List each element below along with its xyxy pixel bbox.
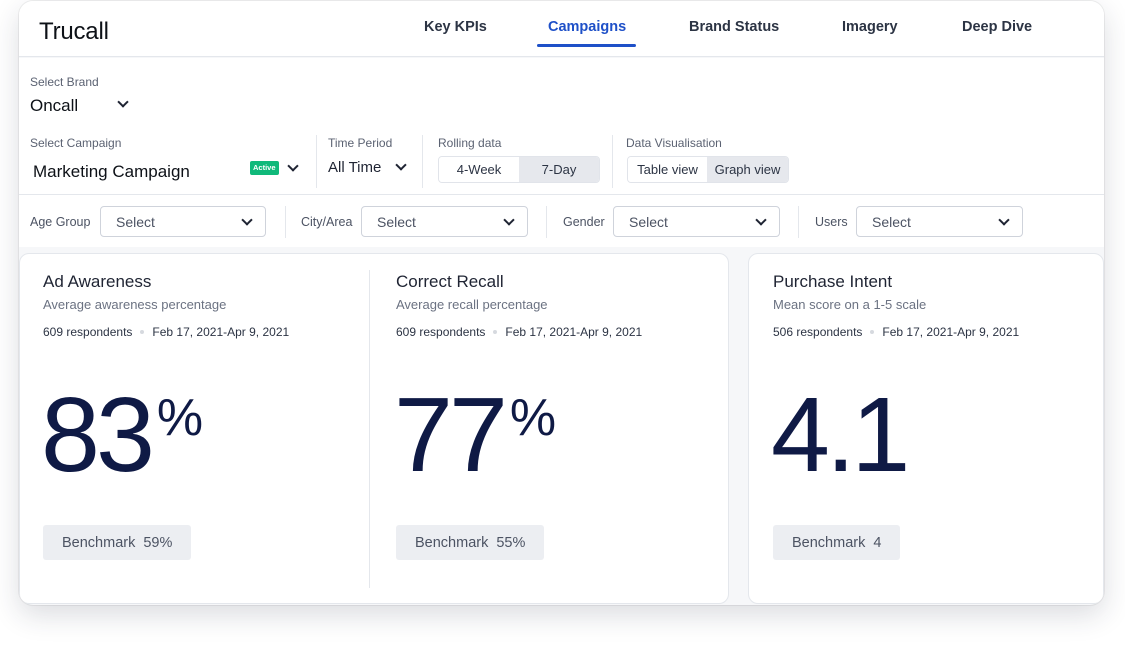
- metric-number: 77: [394, 376, 508, 494]
- metrics-card-purchase-intent: Purchase Intent Mean score on a 1-5 scal…: [748, 253, 1104, 604]
- divider: [316, 135, 317, 188]
- active-status-badge: Active: [250, 161, 279, 175]
- metric-purchase-intent: Purchase Intent Mean score on a 1-5 scal…: [771, 254, 1093, 603]
- rolling-7-day-option[interactable]: 7-Day: [519, 157, 599, 182]
- benchmark-label: Benchmark: [792, 534, 866, 551]
- divider: [285, 206, 286, 238]
- gender-select-value: Select: [629, 214, 668, 230]
- campaign-chevron-down-icon[interactable]: [287, 160, 299, 172]
- metric-number: 4.1: [771, 376, 910, 494]
- chevron-down-icon: [755, 214, 767, 226]
- filter-panel: Select Brand Oncall Select Campaign Mark…: [19, 58, 1104, 247]
- time-period-chevron-down-icon[interactable]: [395, 159, 407, 171]
- age-group-label: Age Group: [30, 215, 91, 229]
- benchmark-value: 59%: [143, 534, 173, 551]
- time-period-label: Time Period: [328, 136, 393, 150]
- tab-key-kpis[interactable]: Key KPIs: [424, 19, 487, 35]
- benchmark-chip: Benchmark 4: [773, 525, 901, 560]
- visualisation-toggle: Table view Graph view: [627, 156, 789, 183]
- tab-imagery[interactable]: Imagery: [842, 19, 898, 35]
- metric-title: Ad Awareness: [43, 272, 152, 291]
- separator-dot: [140, 330, 145, 334]
- brand-label: Select Brand: [30, 75, 99, 89]
- metric-meta: 506 respondents Feb 17, 2021-Apr 9, 2021: [773, 325, 1019, 339]
- tab-brand-status[interactable]: Brand Status: [689, 19, 779, 35]
- brand-select-value[interactable]: Oncall: [30, 96, 78, 116]
- chevron-down-icon: [503, 214, 515, 226]
- city-area-select[interactable]: Select: [361, 206, 528, 237]
- active-tab-indicator: [537, 44, 636, 47]
- benchmark-value: 4: [873, 534, 882, 551]
- card-divider: [369, 270, 370, 588]
- respondent-count: 506 respondents: [773, 325, 863, 339]
- metric-subtitle: Average awareness percentage: [43, 297, 227, 312]
- metric-ad-awareness: Ad Awareness Average awareness percentag…: [41, 254, 363, 603]
- users-select-value: Select: [872, 214, 911, 230]
- filter-row-divider: [19, 194, 1104, 195]
- metric-meta: 609 respondents Feb 17, 2021-Apr 9, 2021: [43, 325, 289, 339]
- benchmark-chip: Benchmark 59%: [43, 525, 192, 560]
- divider: [422, 135, 423, 188]
- date-range: Feb 17, 2021-Apr 9, 2021: [505, 325, 643, 339]
- metric-value: 77%: [394, 382, 556, 488]
- users-label: Users: [815, 215, 848, 229]
- respondent-count: 609 respondents: [43, 325, 133, 339]
- gender-label: Gender: [563, 215, 605, 229]
- rolling-data-toggle: 4-Week 7-Day: [438, 156, 600, 183]
- date-range: Feb 17, 2021-Apr 9, 2021: [882, 325, 1020, 339]
- benchmark-value: 55%: [496, 534, 526, 551]
- campaign-label: Select Campaign: [30, 136, 122, 150]
- tab-deep-dive[interactable]: Deep Dive: [962, 19, 1032, 35]
- graph-view-option[interactable]: Graph view: [707, 157, 788, 182]
- metric-value: 83%: [41, 382, 203, 488]
- city-area-label: City/Area: [301, 215, 353, 229]
- metric-unit: %: [509, 388, 557, 447]
- time-period-select-value[interactable]: All Time: [328, 159, 381, 176]
- chevron-down-icon: [241, 214, 253, 226]
- metric-correct-recall: Correct Recall Average recall percentage…: [394, 254, 716, 603]
- benchmark-label: Benchmark: [62, 534, 136, 551]
- rolling-4-week-option[interactable]: 4-Week: [439, 157, 519, 182]
- app-window: Trucall Key KPIs Campaigns Brand Status …: [19, 1, 1104, 605]
- rolling-data-label: Rolling data: [438, 136, 502, 150]
- metrics-card-awareness-recall: Ad Awareness Average awareness percentag…: [19, 253, 729, 604]
- separator-dot: [870, 330, 875, 334]
- respondent-count: 609 respondents: [396, 325, 486, 339]
- age-group-select-value: Select: [116, 214, 155, 230]
- data-visualisation-label: Data Visualisation: [626, 136, 722, 150]
- divider: [798, 206, 799, 238]
- separator-dot: [493, 330, 498, 334]
- chevron-down-icon: [998, 214, 1010, 226]
- metric-subtitle: Mean score on a 1-5 scale: [773, 297, 927, 312]
- metric-number: 83: [41, 376, 155, 494]
- brand-chevron-down-icon[interactable]: [117, 96, 129, 108]
- table-view-option[interactable]: Table view: [628, 157, 708, 182]
- divider: [546, 206, 547, 238]
- metric-unit: %: [156, 388, 204, 447]
- city-area-select-value: Select: [377, 214, 416, 230]
- benchmark-chip: Benchmark 55%: [396, 525, 545, 560]
- users-select[interactable]: Select: [856, 206, 1023, 237]
- gender-select[interactable]: Select: [613, 206, 780, 237]
- top-bar: Trucall Key KPIs Campaigns Brand Status …: [19, 1, 1104, 57]
- metric-title: Purchase Intent: [773, 272, 893, 291]
- date-range: Feb 17, 2021-Apr 9, 2021: [152, 325, 290, 339]
- tab-campaigns[interactable]: Campaigns: [548, 19, 626, 35]
- age-group-select[interactable]: Select: [100, 206, 266, 237]
- campaign-select-value[interactable]: Marketing Campaign: [33, 162, 190, 182]
- divider: [612, 135, 613, 188]
- metric-meta: 609 respondents Feb 17, 2021-Apr 9, 2021: [396, 325, 642, 339]
- metric-title: Correct Recall: [396, 272, 504, 291]
- main-nav: Key KPIs Campaigns Brand Status Imagery …: [19, 1, 1104, 57]
- metric-subtitle: Average recall percentage: [396, 297, 548, 312]
- benchmark-label: Benchmark: [415, 534, 489, 551]
- metric-value: 4.1: [771, 382, 912, 488]
